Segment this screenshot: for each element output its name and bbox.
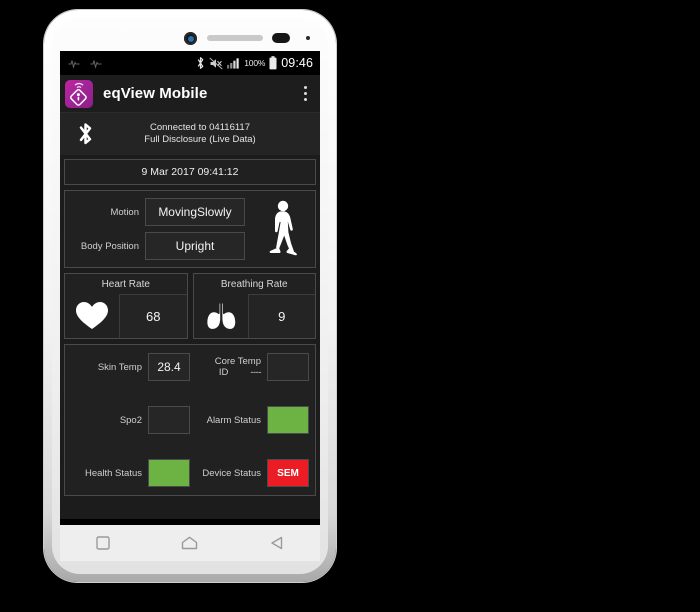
connection-line-1: Connected to 04116117 (149, 122, 250, 134)
motion-label: Motion (110, 206, 139, 218)
device-status-label: Device Status (202, 467, 261, 479)
metrics-row-3: Health Status Device Status SEM (71, 459, 309, 487)
motion-fields: Motion MovingSlowly Body Position Uprigh… (65, 191, 249, 267)
heart-rate-value: 68 (146, 309, 161, 324)
device-status-value: SEM (277, 467, 299, 479)
body-position-value: Upright (175, 239, 215, 253)
heart-rate-card: Heart Rate 68 (64, 273, 188, 339)
heart-icon (65, 294, 119, 338)
proximity-sensor-icon (272, 33, 290, 43)
bluetooth-icon (196, 56, 205, 70)
breathing-rate-title: Breathing Rate (220, 279, 288, 290)
metrics-panel: Skin Temp 28.4 Core Temp ID ---- Spo2 Al… (64, 344, 316, 496)
app-bar: eqView Mobile (60, 75, 320, 113)
bluetooth-icon (68, 121, 102, 147)
body-position-label: Body Position (80, 240, 139, 252)
app-title: eqView Mobile (103, 85, 208, 102)
cellular-signal-icon (227, 57, 240, 69)
motion-value: MovingSlowly (158, 205, 232, 219)
phone-screen: 100% 09:46 eqView Mobile Connected to 04… (60, 51, 320, 525)
spo2-label: Spo2 (119, 414, 142, 426)
battery-percent-label: 100% (244, 58, 266, 68)
alarm-status-badge (268, 407, 308, 433)
health-status-badge (149, 460, 189, 486)
menu-dot (303, 92, 307, 95)
connection-text-block: Connected to 04116117 Full Disclosure (L… (102, 122, 320, 146)
alarm-status-cell: Alarm Status (190, 406, 309, 434)
connection-line-2: Full Disclosure (Live Data) (144, 134, 256, 145)
menu-dot (303, 86, 307, 89)
battery-full-icon (269, 56, 277, 70)
pulse-icon (68, 58, 80, 69)
device-status-box: SEM (267, 459, 309, 487)
android-status-bar: 100% 09:46 (60, 51, 320, 75)
id-value: ---- (250, 367, 261, 378)
heart-rate-value-cell: 68 (119, 294, 187, 338)
body-position-field-row: Body Position Upright (65, 232, 245, 260)
skin-temp-label: Skin Temp (97, 361, 142, 373)
vitals-row: Heart Rate 68 Breathing Rate 9 (64, 273, 316, 339)
spo2-cell: Spo2 (71, 406, 190, 434)
overflow-menu-icon[interactable] (296, 80, 314, 108)
motion-field-row: Motion MovingSlowly (65, 198, 245, 226)
breathing-rate-value: 9 (278, 309, 286, 324)
breathing-rate-card: Breathing Rate 9 (192, 273, 316, 339)
timestamp-bar: 9 Mar 2017 09:41:12 (64, 159, 316, 185)
motion-panel: Motion MovingSlowly Body Position Uprigh… (64, 190, 316, 268)
spo2-value-box (148, 406, 190, 434)
core-temp-label: Core Temp (214, 356, 261, 367)
skin-temp-value: 28.4 (157, 360, 181, 374)
pulse-icon (90, 58, 102, 69)
alarm-status-label: Alarm Status (206, 414, 261, 426)
core-temp-label-stack: Core Temp ID ---- (215, 356, 267, 378)
skin-temp-value-box: 28.4 (148, 353, 190, 381)
eqview-app-icon (65, 79, 93, 108)
breathing-rate-value-cell: 9 (247, 294, 315, 338)
earpiece-speaker (207, 35, 263, 41)
motion-value-box: MovingSlowly (145, 198, 245, 226)
core-temp-value-box (267, 353, 309, 381)
connection-status-row: Connected to 04116117 Full Disclosure (L… (60, 113, 320, 155)
phone-top-hardware (44, 28, 336, 50)
skin-temp-cell: Skin Temp 28.4 (71, 353, 190, 381)
status-bar-left-icons (65, 58, 102, 69)
light-sensor-icon (306, 36, 310, 40)
heart-rate-title: Heart Rate (101, 279, 150, 290)
status-bar-right-icons: 100% 09:46 (196, 56, 315, 70)
status-bar-clock: 09:46 (281, 56, 313, 70)
metrics-row-2: Spo2 Alarm Status (71, 406, 309, 434)
metrics-row-1: Skin Temp 28.4 Core Temp ID ---- (71, 353, 309, 381)
device-status-cell: Device Status SEM (190, 459, 309, 487)
back-button[interactable] (260, 530, 294, 556)
menu-dot (303, 98, 307, 101)
id-line: ID ---- (218, 367, 262, 378)
recents-button[interactable] (86, 530, 120, 556)
volume-mute-icon (209, 57, 223, 70)
id-label: ID (218, 367, 229, 378)
device-status-badge: SEM (268, 460, 308, 486)
walking-person-icon (249, 191, 315, 267)
core-temp-cell: Core Temp ID ---- (190, 353, 309, 381)
lungs-icon (194, 294, 248, 338)
health-status-box (148, 459, 190, 487)
health-status-label: Health Status (84, 467, 142, 479)
body-position-value-box: Upright (145, 232, 245, 260)
alarm-status-box (267, 406, 309, 434)
breathing-rate-body: 9 (194, 294, 315, 338)
android-navigation-bar (60, 525, 320, 561)
timestamp-value: 9 Mar 2017 09:41:12 (141, 166, 239, 178)
front-camera-icon (184, 32, 197, 45)
home-button[interactable] (173, 530, 207, 556)
heart-rate-body: 68 (65, 294, 187, 338)
health-status-cell: Health Status (71, 459, 190, 487)
